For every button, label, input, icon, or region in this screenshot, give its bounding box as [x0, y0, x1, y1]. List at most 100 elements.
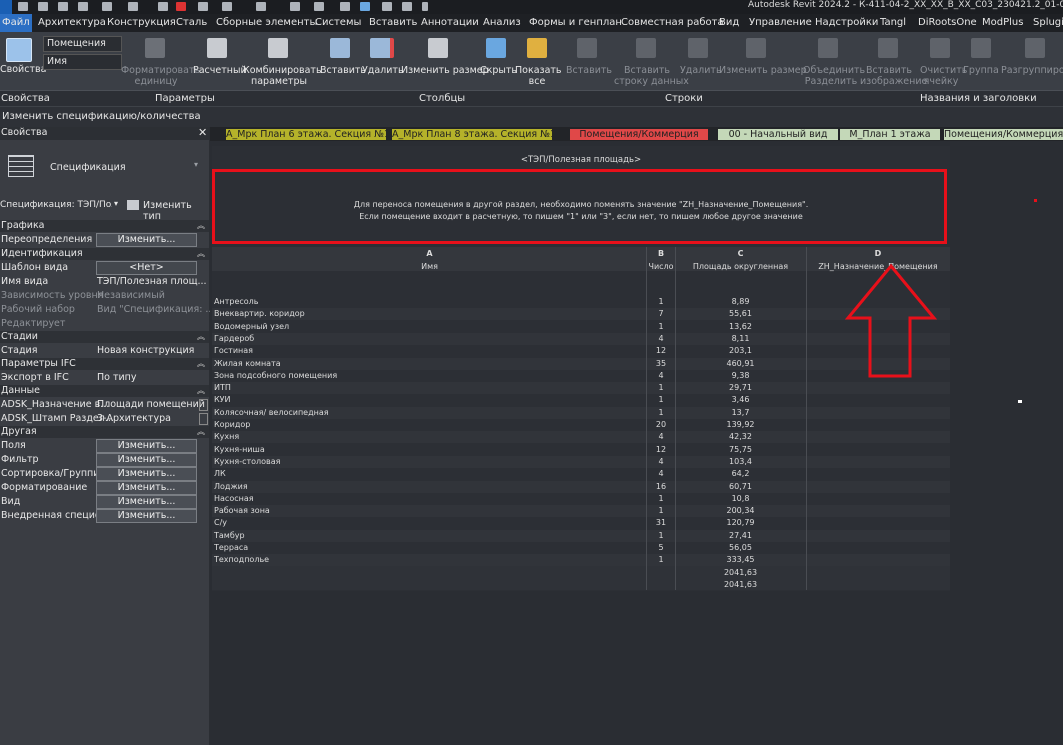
row-count-cell[interactable]: 1: [647, 555, 675, 564]
row-count-cell[interactable]: 20: [647, 420, 675, 429]
view-template-button[interactable]: <Нет>: [96, 261, 197, 275]
group-graphics[interactable]: Графика ︽: [0, 220, 209, 232]
edit-embedded-button[interactable]: Изменить...: [96, 509, 197, 523]
measure-icon[interactable]: [198, 2, 208, 11]
row-zh-purpose-cell[interactable]: [806, 555, 950, 565]
column-letter-d[interactable]: D: [806, 249, 950, 258]
edit-appearance-button[interactable]: Изменить...: [96, 495, 197, 509]
total-area-1[interactable]: 2041,63: [675, 568, 806, 577]
folder-icon[interactable]: [38, 2, 48, 11]
row-count-cell[interactable]: 1: [647, 408, 675, 417]
menu-modplus[interactable]: ModPlus: [982, 17, 1023, 28]
row-area-cell[interactable]: 64,2: [675, 469, 806, 478]
group-phases[interactable]: Стадии ︽: [0, 331, 209, 343]
pdf-icon[interactable]: [176, 2, 186, 11]
section-icon[interactable]: [360, 2, 370, 11]
row-name-cell[interactable]: ЛК: [214, 469, 644, 478]
menu-structure[interactable]: Конструкция: [107, 17, 176, 28]
column-letter-b[interactable]: B: [647, 249, 675, 258]
resize-row-button[interactable]: Изменить размер: [719, 65, 807, 76]
row-count-cell[interactable]: 1: [647, 383, 675, 392]
row-name-cell[interactable]: Рабочая зона: [214, 506, 644, 515]
row-name-cell[interactable]: Коридор: [214, 420, 644, 429]
menu-splugin[interactable]: Splugin: [1033, 17, 1063, 28]
adsk-stamp-field[interactable]: 3-Архитектура: [97, 413, 171, 424]
field-combo[interactable]: Помещения: [43, 36, 122, 52]
collapse-icon[interactable]: ︽: [197, 248, 205, 259]
edit-type-button[interactable]: Изменить тип: [143, 200, 209, 222]
menu-diroots[interactable]: DiRootsOne: [918, 17, 977, 28]
properties-icon[interactable]: [6, 38, 32, 62]
row-area-cell[interactable]: 55,61: [675, 309, 806, 318]
row-name-cell[interactable]: Гостиная: [214, 346, 644, 355]
resize-column-button[interactable]: Изменить размер: [401, 65, 489, 76]
row-zh-purpose-cell[interactable]: [806, 408, 950, 418]
column-header-count[interactable]: Число: [647, 262, 675, 271]
column-letter-c[interactable]: C: [675, 249, 806, 258]
menu-view[interactable]: Вид: [719, 17, 739, 28]
row-name-cell[interactable]: КУИ: [214, 395, 644, 404]
edit-button[interactable]: Изменить...: [96, 233, 197, 247]
menu-architecture[interactable]: Архитектура: [38, 17, 106, 28]
row-name-cell[interactable]: Насосная: [214, 494, 644, 503]
undo-icon[interactable]: [102, 2, 112, 11]
row-zh-purpose-cell[interactable]: [806, 482, 950, 492]
row-zh-purpose-cell[interactable]: [806, 395, 950, 405]
row-count-cell[interactable]: 1: [647, 395, 675, 404]
column-header-name[interactable]: Имя: [212, 262, 647, 271]
row-area-cell[interactable]: 3,46: [675, 395, 806, 404]
home-icon[interactable]: [314, 2, 324, 11]
row-count-cell[interactable]: 4: [647, 469, 675, 478]
combine-params-button[interactable]: Комбинировать параметры: [243, 65, 322, 87]
close-icon[interactable]: ✕: [198, 126, 207, 139]
menu-tangl[interactable]: Tangl: [880, 17, 906, 28]
menu-addins[interactable]: Надстройки: [815, 17, 878, 28]
row-zh-purpose-cell[interactable]: [806, 420, 950, 430]
row-name-cell[interactable]: Техподполье: [214, 555, 644, 564]
row-count-cell[interactable]: 4: [647, 334, 675, 343]
row-count-cell[interactable]: 4: [647, 432, 675, 441]
tab-plan-1[interactable]: М_План 1 этажа: [840, 129, 940, 140]
row-count-cell[interactable]: 12: [647, 346, 675, 355]
row-zh-purpose-cell[interactable]: [806, 543, 950, 553]
insert-column-button[interactable]: Вставить: [320, 65, 366, 76]
row-name-cell[interactable]: ИТП: [214, 383, 644, 392]
row-area-cell[interactable]: 103,4: [675, 457, 806, 466]
row-count-cell[interactable]: 4: [647, 371, 675, 380]
checkbox-icon[interactable]: [199, 413, 208, 425]
properties-button-label[interactable]: Свойства: [0, 64, 46, 75]
adsk-purpose-field[interactable]: Площади помещений: [97, 399, 205, 410]
view-name-field[interactable]: ТЭП/Полезная площ...: [97, 276, 207, 287]
row-area-cell[interactable]: 10,8: [675, 494, 806, 503]
sync-icon[interactable]: [78, 2, 88, 11]
row-count-cell[interactable]: 16: [647, 482, 675, 491]
menu-file[interactable]: Файл: [0, 14, 32, 32]
row-name-cell[interactable]: С/у: [214, 518, 644, 527]
edit-formatting-button[interactable]: Изменить...: [96, 481, 197, 495]
thin-lines-icon[interactable]: [382, 2, 392, 11]
merge-unmerge-button[interactable]: Объединить Разделить: [803, 65, 865, 87]
menu-manage[interactable]: Управление: [749, 17, 812, 28]
edit-sorting-button[interactable]: Изменить...: [96, 467, 197, 481]
open-icon[interactable]: [18, 2, 28, 11]
ungroup-button[interactable]: Разгруппиров: [1001, 65, 1063, 76]
edit-filter-button[interactable]: Изменить...: [96, 453, 197, 467]
row-area-cell[interactable]: 139,92: [675, 420, 806, 429]
dimension-icon[interactable]: [256, 2, 266, 11]
row-area-cell[interactable]: 56,05: [675, 543, 806, 552]
row-area-cell[interactable]: 13,7: [675, 408, 806, 417]
align-icon[interactable]: [222, 2, 232, 11]
delete-row-button[interactable]: Удалить: [680, 65, 722, 76]
group-ifc[interactable]: Параметры IFC ︽: [0, 358, 209, 370]
row-area-cell[interactable]: 460,91: [675, 359, 806, 368]
group-data[interactable]: Данные ︽: [0, 385, 209, 397]
row-area-cell[interactable]: 42,32: [675, 432, 806, 441]
row-area-cell[interactable]: 8,11: [675, 334, 806, 343]
menu-collaborate[interactable]: Совместная работа: [621, 17, 724, 28]
row-count-cell[interactable]: 12: [647, 445, 675, 454]
row-name-cell[interactable]: Зона подсобного помещения: [214, 371, 644, 380]
delete-column-button[interactable]: Удалить: [362, 65, 404, 76]
row-count-cell[interactable]: 31: [647, 518, 675, 527]
param-combo[interactable]: Имя: [43, 54, 122, 70]
row-zh-purpose-cell[interactable]: [806, 469, 950, 479]
